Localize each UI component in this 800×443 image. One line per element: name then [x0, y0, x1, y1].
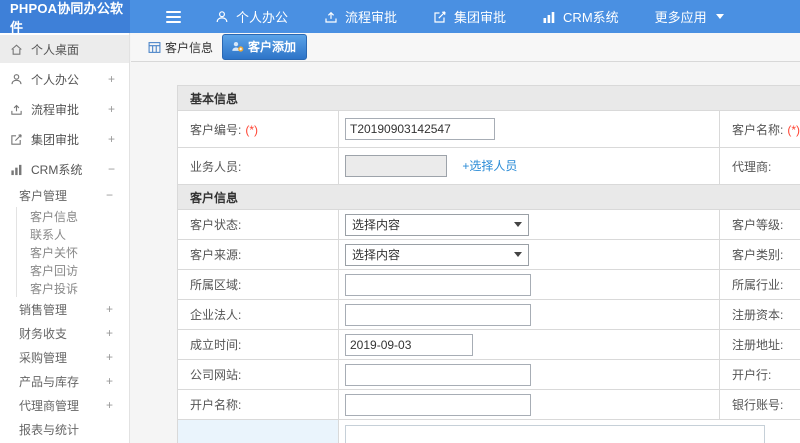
field-label-industry: 所属行业: — [732, 278, 784, 292]
sidebar-item-contacts[interactable]: 联系人 — [0, 225, 129, 243]
tab-bar: 客户信息 客户添加 — [131, 33, 800, 62]
app-logo: PHPOA协同办公软件 — [0, 0, 130, 35]
legal-person-input[interactable] — [345, 303, 531, 326]
field-label-account-name: 开户名称: — [190, 398, 242, 412]
field-label-staff: 业务人员: — [190, 159, 242, 174]
tab-label: 客户添加 — [248, 40, 297, 54]
sidebar-item-customer-care[interactable]: 客户关怀 — [0, 243, 129, 261]
edit-icon — [10, 133, 24, 146]
sidebar-item-reports[interactable]: 报表与统计 — [0, 417, 129, 441]
nav-label: 个人办公 — [236, 10, 289, 25]
sidebar-item-customer-info[interactable]: 客户信息 — [0, 207, 129, 225]
sidebar: 个人桌面 个人办公 + 流程审批 + 集团审批 + CRM系统 − 客户管理 −… — [0, 33, 130, 443]
select-value: 选择内容 — [352, 218, 401, 232]
top-bar: PHPOA协同办公软件 个人办公 流程审批 集团审批 CRM系统 更多应用 — [0, 0, 800, 35]
barchart-icon — [542, 10, 556, 24]
caret-down-icon — [715, 14, 724, 19]
field-label-agent: 代理商: — [732, 159, 772, 174]
sidebar-item-agent-mgmt[interactable]: 代理商管理 + — [0, 393, 129, 417]
nav-crm-system[interactable]: CRM系统 — [542, 7, 619, 26]
content-area: 基本信息 客户编号:(*) 客户名称:(*) — [131, 62, 800, 443]
field-label-customer-status: 客户状态: — [190, 218, 242, 232]
founded-date-input[interactable] — [345, 333, 473, 356]
user-icon — [10, 73, 24, 86]
sidebar-item-customer-complaint[interactable]: 客户投诉 — [0, 279, 129, 297]
section-title-customer: 客户信息 — [177, 184, 800, 210]
sidebar-item-product-inventory[interactable]: 产品与库存 + — [0, 369, 129, 393]
note-label-cell — [177, 419, 339, 443]
top-nav: 个人办公 流程审批 集团审批 CRM系统 更多应用 — [215, 7, 724, 26]
account-name-input[interactable] — [345, 393, 531, 416]
customer-add-form: 基本信息 客户编号:(*) 客户名称:(*) — [177, 85, 800, 443]
sidebar-item-customer-followup[interactable]: 客户回访 — [0, 261, 129, 279]
field-label-customer-level: 客户等级: — [732, 218, 784, 232]
field-label-customer-category: 客户类别: — [732, 248, 784, 262]
nav-more-apps[interactable]: 更多应用 — [655, 7, 724, 26]
customer-status-select[interactable]: 选择内容 — [345, 213, 529, 236]
main-area: 客户信息 客户添加 基本信息 客户编号: (*) T20190903142547… — [131, 33, 800, 443]
required-marker: (*) — [787, 122, 800, 137]
sidebar-item-personal-desktop[interactable]: 个人桌面 — [0, 35, 129, 63]
section-title-basic: 基本信息 — [177, 85, 800, 111]
nav-personal-office[interactable]: 个人办公 — [215, 7, 288, 26]
required-marker: (*) — [245, 122, 259, 137]
note-textarea[interactable] — [345, 425, 765, 443]
field-label-customer-source: 客户来源: — [190, 248, 242, 262]
sidebar-item-finance[interactable]: 财务收支 + — [0, 321, 129, 345]
user-add-icon — [231, 40, 244, 53]
nav-group-approval[interactable]: 集团审批 — [433, 7, 506, 26]
staff-input[interactable] — [345, 155, 447, 177]
sidebar-item-sales-mgmt[interactable]: 销售管理 + — [0, 297, 129, 321]
nav-label: CRM系统 — [563, 10, 619, 25]
field-label-customer-name: 客户名称: — [732, 122, 784, 137]
field-label-registered-capital: 注册资本: — [732, 308, 784, 322]
region-input[interactable] — [345, 273, 531, 296]
sidebar-item-customer-mgmt[interactable]: 客户管理 − — [0, 183, 129, 207]
tab-customer-add[interactable]: 客户添加 — [222, 34, 308, 60]
grid-icon — [148, 41, 161, 54]
nav-workflow-approval[interactable]: 流程审批 — [324, 7, 397, 26]
customer-source-select[interactable]: 选择内容 — [345, 243, 529, 266]
sidebar-item-personal-office[interactable]: 个人办公 + — [0, 65, 129, 93]
field-label-website: 公司网站: — [190, 368, 242, 382]
customer-code-input[interactable] — [345, 118, 495, 140]
select-value: 选择内容 — [352, 248, 401, 262]
workflow-icon — [324, 10, 338, 24]
field-label-customer-code: 客户编号: — [190, 122, 242, 137]
user-icon — [215, 10, 229, 24]
sidebar-item-crm-system[interactable]: CRM系统 − — [0, 155, 129, 183]
nav-label: 集团审批 — [454, 10, 507, 25]
nav-label: 更多应用 — [654, 10, 707, 25]
edit-icon — [433, 10, 447, 24]
website-input[interactable] — [345, 363, 531, 386]
field-label-legal-person: 企业法人: — [190, 308, 242, 322]
home-icon — [10, 43, 24, 56]
field-label-bank-branch: 开户行: — [732, 368, 772, 382]
tab-customer-info[interactable]: 客户信息 — [148, 39, 213, 56]
tab-label: 客户信息 — [165, 40, 214, 55]
choose-staff-link[interactable]: +选择人员 — [462, 159, 517, 173]
select-arrow-icon — [514, 222, 522, 227]
menu-icon[interactable] — [166, 10, 181, 23]
workflow-icon — [10, 103, 24, 116]
field-label-bank-account: 银行账号: — [732, 398, 784, 412]
field-label-registered-address: 注册地址: — [732, 338, 784, 352]
app-window: PHPOA协同办公软件 个人办公 流程审批 集团审批 CRM系统 更多应用 个人… — [0, 0, 800, 443]
field-label-founded-date: 成立时间: — [190, 338, 242, 352]
field-label-region: 所属区域: — [190, 278, 242, 292]
sidebar-item-workflow-approval[interactable]: 流程审批 + — [0, 95, 129, 123]
nav-label: 流程审批 — [345, 10, 398, 25]
sidebar-item-purchase-mgmt[interactable]: 采购管理 + — [0, 345, 129, 369]
select-arrow-icon — [514, 252, 522, 257]
barchart-icon — [10, 163, 24, 176]
sidebar-item-group-approval[interactable]: 集团审批 + — [0, 125, 129, 153]
